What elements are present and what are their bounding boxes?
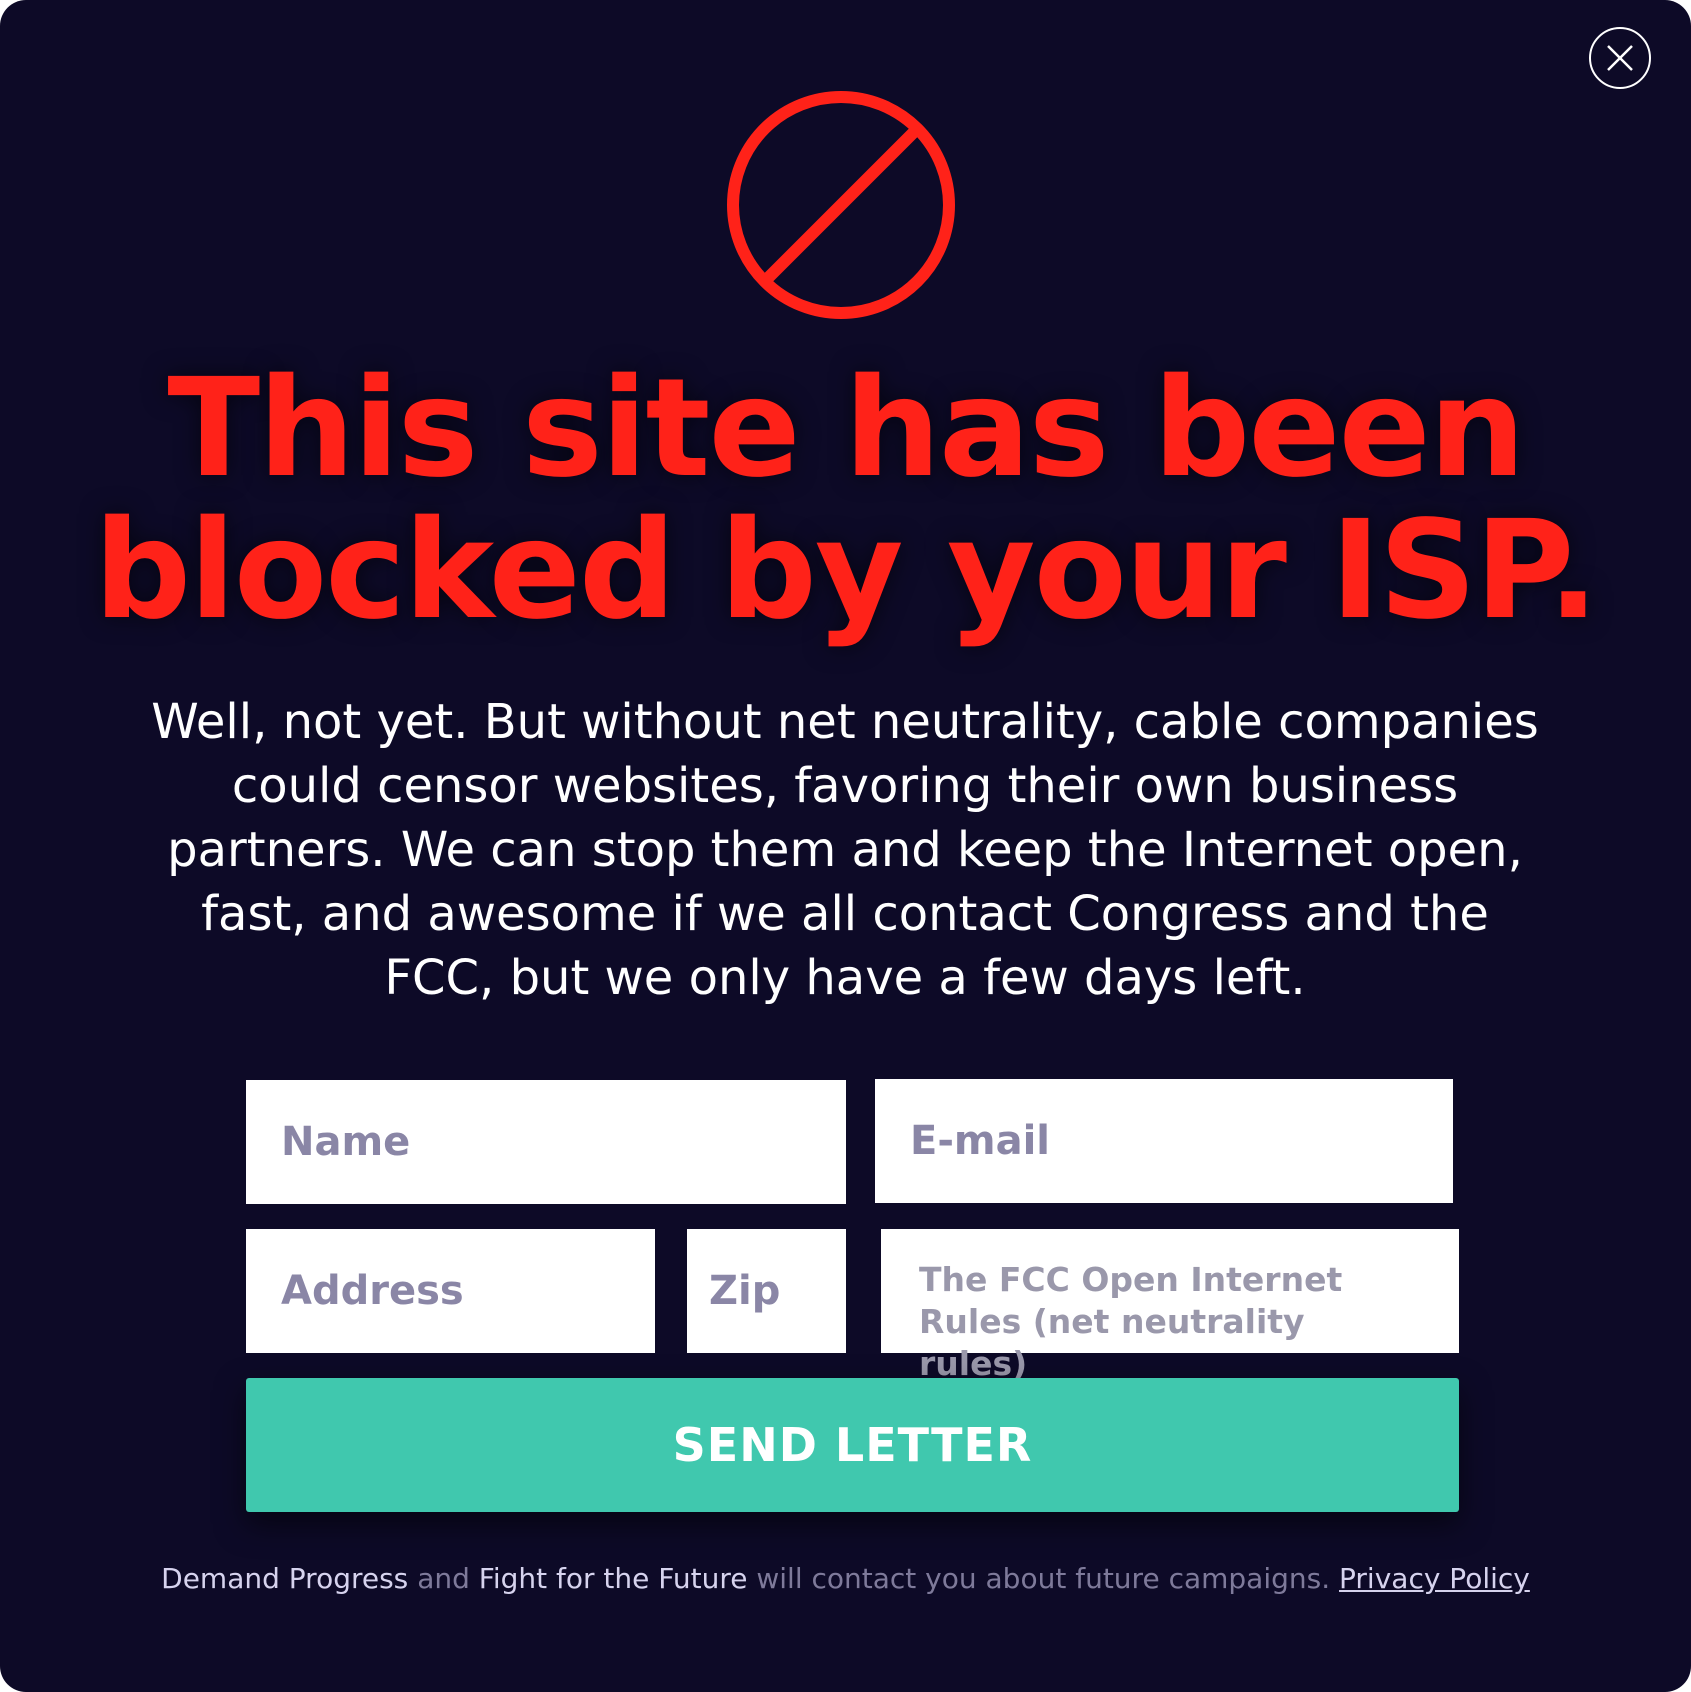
org-demand-progress: Demand Progress [161, 1562, 409, 1595]
description-line-5: FCC, but we only have a few days left. [384, 950, 1306, 1006]
description-line-2: could censor websites, favoring their ow… [231, 758, 1459, 814]
name-input[interactable] [246, 1080, 846, 1204]
headline-line-2: blocked by your ISP. [93, 492, 1599, 650]
send-letter-button[interactable]: SEND LETTER [246, 1378, 1459, 1512]
close-button[interactable] [1589, 27, 1651, 89]
close-icon [1607, 45, 1633, 71]
blocked-modal: This site has been blocked by your ISP. … [0, 0, 1691, 1692]
address-input[interactable] [246, 1229, 655, 1353]
description-text: Well, not yet. But without net neutralit… [150, 690, 1540, 1010]
headline-line-1: This site has been [167, 350, 1525, 508]
prohibited-icon [727, 91, 955, 319]
privacy-policy-link[interactable]: Privacy Policy [1339, 1562, 1530, 1595]
org-fight-for-the-future: Fight for the Future [478, 1562, 748, 1595]
topic-line-1: The FCC Open Internet [919, 1260, 1343, 1299]
description-line-3: partners. We can stop them and keep the … [167, 822, 1523, 878]
email-input[interactable] [875, 1079, 1453, 1203]
footer-disclaimer: Demand Progress and Fight for the Future… [0, 1562, 1691, 1595]
topic-line-2: Rules (net neutrality rules) [919, 1302, 1305, 1383]
footer-text: will contact you about future campaigns. [756, 1562, 1331, 1595]
description-line-1: Well, not yet. But without net neutralit… [151, 694, 1539, 750]
headline: This site has been blocked by your ISP. [0, 358, 1691, 642]
topic-select[interactable]: The FCC Open Internet Rules (net neutral… [881, 1229, 1459, 1383]
zip-input[interactable] [687, 1229, 846, 1353]
description-line-4: fast, and awesome if we all contact Cong… [201, 886, 1489, 942]
footer-and: and [417, 1562, 470, 1595]
